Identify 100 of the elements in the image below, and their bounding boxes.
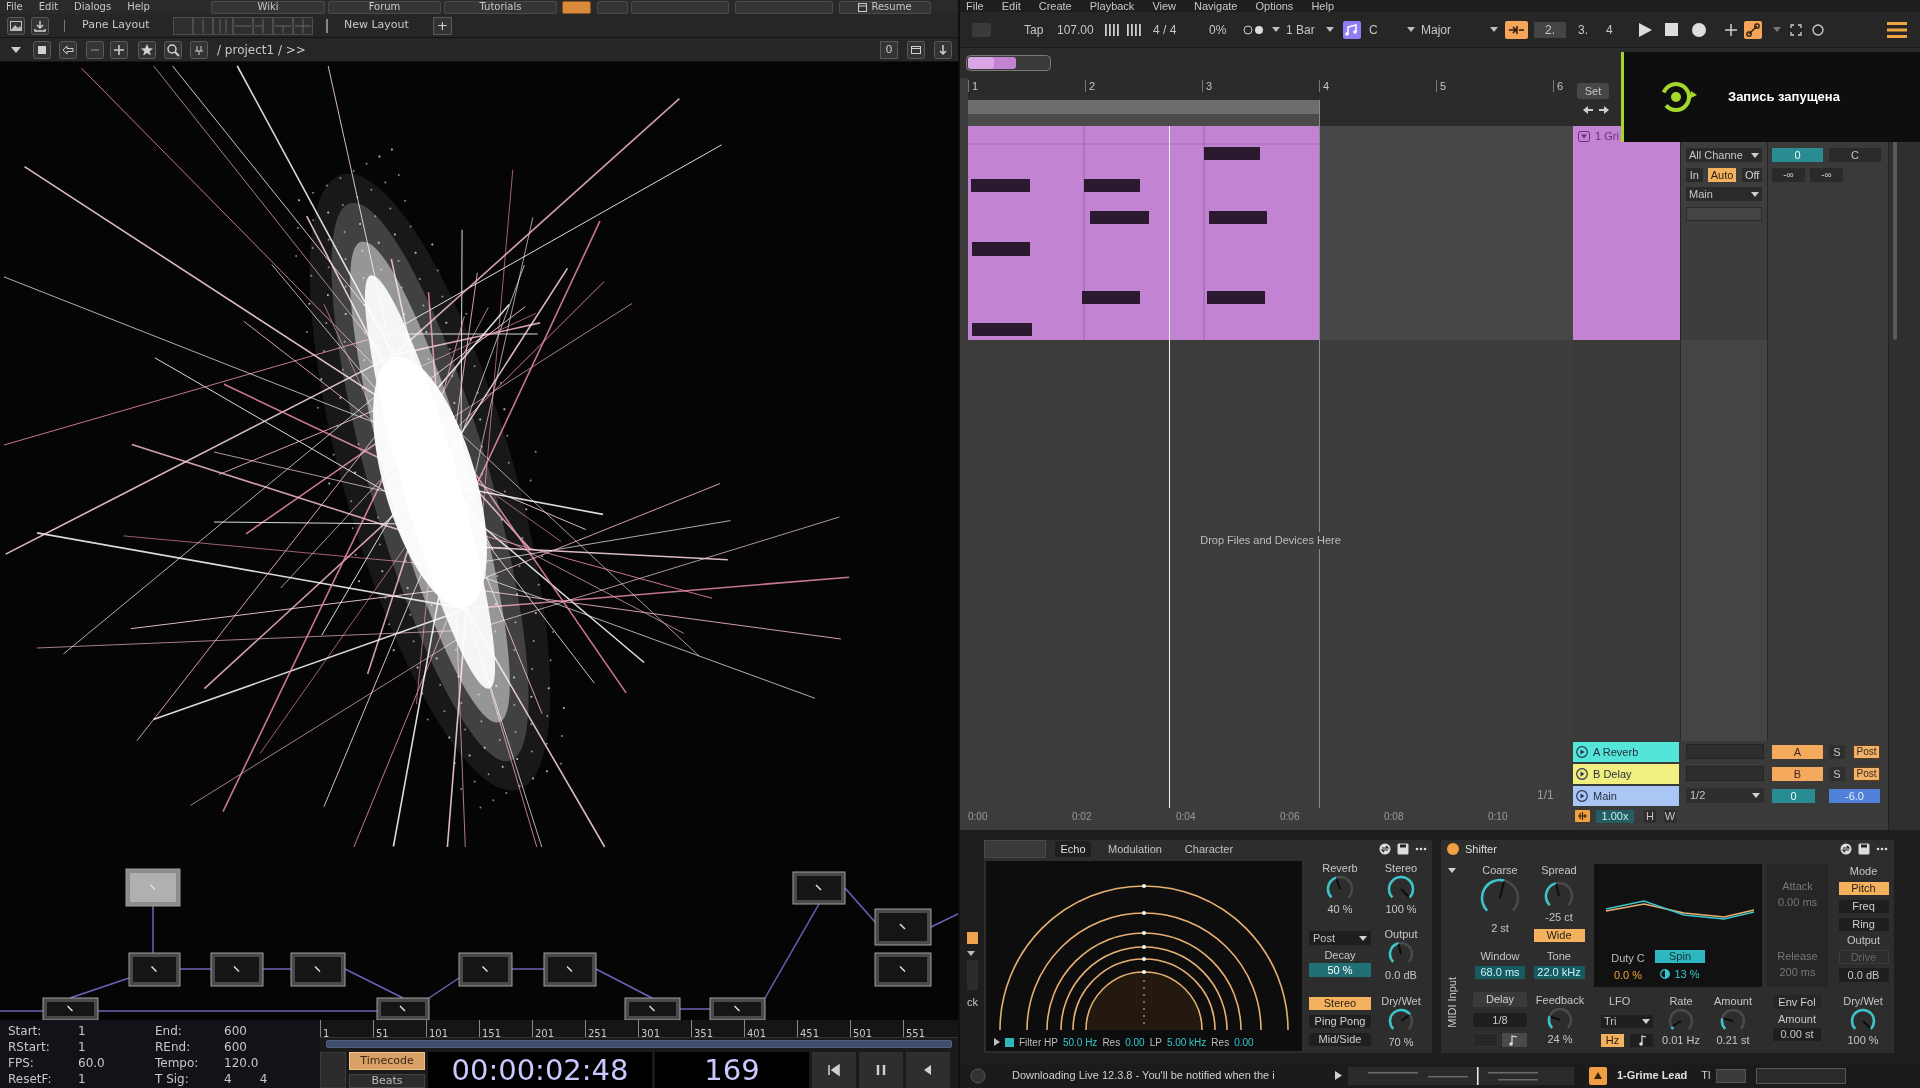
mode-button[interactable]: Pitch: [1838, 882, 1889, 895]
menu-item[interactable]: File: [966, 0, 984, 12]
post-button[interactable]: Post: [1853, 744, 1880, 759]
channel-mode-button[interactable]: Ping Pong: [1309, 1015, 1371, 1028]
monitor-button[interactable]: In: [1686, 168, 1703, 182]
zoom-field[interactable]: 1.00x: [1596, 809, 1634, 823]
status-tile[interactable]: [562, 0, 591, 14]
field-value[interactable]: 1: [78, 1039, 86, 1055]
menu-item[interactable]: File: [6, 1, 23, 13]
header-tab[interactable]: Wiki: [211, 0, 325, 14]
caret-icon[interactable]: [1326, 27, 1334, 32]
download-icon[interactable]: [31, 16, 49, 35]
operator-node[interactable]: [543, 952, 597, 987]
field-value[interactable]: 4: [224, 1071, 232, 1087]
wide-button[interactable]: Wide: [1533, 929, 1585, 942]
pan-field[interactable]: C: [1829, 148, 1881, 162]
field-value[interactable]: 4: [259, 1071, 268, 1087]
plug-icon[interactable]: [190, 40, 208, 59]
caret-icon[interactable]: [1359, 935, 1367, 941]
operator-node[interactable]: [792, 871, 846, 905]
position-field[interactable]: 3.: [1578, 20, 1594, 39]
reverb-position-dropdown[interactable]: Post: [1309, 931, 1371, 945]
solo-button[interactable]: S: [1829, 744, 1845, 759]
return-track-header[interactable]: B Delay: [1573, 763, 1679, 784]
play-icon[interactable]: [1335, 1071, 1342, 1080]
step-back-icon[interactable]: [906, 1052, 950, 1088]
device-tab[interactable]: Character: [1178, 841, 1240, 857]
caret-icon[interactable]: [11, 46, 21, 53]
header-tab[interactable]: Tutorials: [444, 0, 557, 14]
window-icon[interactable]: [907, 40, 925, 59]
menu-item[interactable]: Navigate: [1194, 0, 1238, 12]
channel-mode-button[interactable]: Mid/Side: [1309, 1033, 1371, 1046]
filter-value[interactable]: 0.00: [1125, 1034, 1145, 1050]
menu-item[interactable]: Edit: [38, 1, 59, 13]
device-tab[interactable]: Echo: [1055, 841, 1091, 857]
operator-node[interactable]: [42, 997, 99, 1020]
tempo-field[interactable]: 107.00: [1057, 20, 1097, 39]
status-tile[interactable]: [1756, 1067, 1847, 1084]
field-value[interactable]: 1: [78, 1023, 86, 1039]
empty-field[interactable]: [1686, 207, 1762, 221]
menu-item[interactable]: Edit: [1001, 0, 1021, 12]
record-icon[interactable]: [1692, 22, 1706, 37]
solo-button[interactable]: S: [1829, 766, 1845, 781]
pause-icon[interactable]: [859, 1052, 903, 1088]
pan-field[interactable]: -6.0: [1829, 788, 1880, 803]
circles-icon[interactable]: [1243, 24, 1265, 35]
back-icon[interactable]: [59, 40, 77, 59]
caret-icon[interactable]: [1490, 27, 1498, 32]
delay-time-field[interactable]: 1/8: [1473, 1013, 1527, 1027]
status-dot-icon[interactable]: [1447, 843, 1459, 855]
operator-node[interactable]: [874, 908, 932, 946]
operator-node[interactable]: [458, 952, 513, 987]
quantize-value[interactable]: 1 Bar: [1286, 20, 1318, 39]
view-button[interactable]: W: [1664, 809, 1676, 823]
field-value[interactable]: 60.0: [78, 1055, 105, 1071]
spin-button[interactable]: Spin: [1655, 950, 1705, 963]
volume-field[interactable]: 0: [1772, 788, 1815, 803]
minus-icon[interactable]: [86, 40, 104, 59]
caret-icon[interactable]: [1407, 27, 1415, 32]
env-follow-button[interactable]: Env Fol: [1773, 995, 1821, 1009]
operator-node[interactable]: [376, 997, 430, 1020]
output-gain-field[interactable]: 0.0 dB: [1838, 968, 1889, 982]
play-circle-icon[interactable]: [1576, 767, 1588, 780]
expand-icon[interactable]: [1790, 23, 1802, 36]
tone-field[interactable]: 22.0 kHz: [1533, 966, 1585, 979]
monitor-button[interactable]: Off: [1742, 168, 1762, 182]
add-layout-button[interactable]: +: [433, 16, 452, 35]
menu-icon[interactable]: [1887, 21, 1907, 38]
left-arrow-icon[interactable]: [1583, 106, 1593, 114]
bars-icon[interactable]: [1105, 23, 1119, 36]
header-tab[interactable]: Forum: [328, 0, 441, 14]
save-icon[interactable]: [1858, 843, 1870, 855]
device-tab[interactable]: Modulation: [1100, 841, 1170, 857]
position-field[interactable]: 2.: [1534, 21, 1566, 38]
time-mode-button[interactable]: Timecode: [349, 1052, 425, 1070]
timeline-scrollbar[interactable]: [326, 1040, 952, 1048]
tap-button[interactable]: Tap: [1024, 20, 1050, 39]
play-circle-icon[interactable]: [1576, 745, 1588, 758]
lfo-shape-dropdown[interactable]: Tri: [1601, 1015, 1653, 1028]
caret-icon[interactable]: [1751, 191, 1759, 197]
caret-icon[interactable]: [1272, 27, 1280, 32]
operator-node[interactable]: [125, 868, 181, 907]
return-track-header[interactable]: A Reverb: [1573, 741, 1679, 762]
operator-node[interactable]: [128, 952, 181, 987]
stop-icon[interactable]: [33, 40, 51, 59]
menu-item[interactable]: Dialogs: [74, 1, 112, 13]
waveform-icon[interactable]: [1575, 810, 1590, 822]
filter-value[interactable]: 5.00 kHz: [1166, 1034, 1207, 1050]
field-value[interactable]: 600: [224, 1039, 247, 1055]
swap-icon[interactable]: [1840, 843, 1852, 855]
monitor-button[interactable]: Auto: [1707, 168, 1737, 182]
hz-button[interactable]: Hz: [1601, 1034, 1624, 1047]
filter-value[interactable]: 50.0 Hz: [1062, 1034, 1098, 1050]
return-track-header[interactable]: Main: [1573, 785, 1679, 806]
time-signature[interactable]: 4 / 4: [1153, 20, 1187, 39]
channel-mode-button[interactable]: Stereo: [1309, 997, 1371, 1010]
mode-button[interactable]: Freq: [1838, 900, 1889, 913]
menu-item[interactable]: Help: [1311, 0, 1334, 12]
bars-icon[interactable]: [1127, 23, 1141, 36]
status-tile[interactable]: [1716, 1068, 1747, 1083]
